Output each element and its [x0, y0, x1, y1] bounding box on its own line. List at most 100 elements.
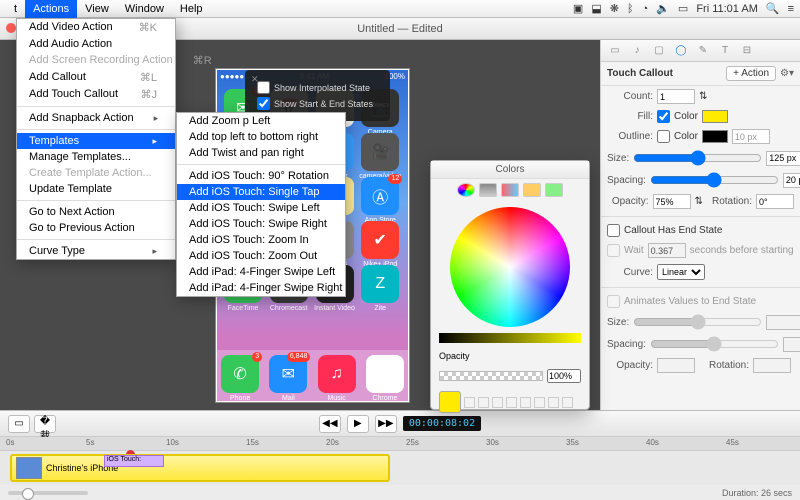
menu-item[interactable]: Add Touch Callout⌘J [17, 86, 175, 103]
inspector-tab-video-icon[interactable]: ▭ [607, 44, 623, 58]
spotlight-icon[interactable]: 🔍 [766, 2, 780, 15]
menu-item[interactable]: Add iOS Touch: Zoom In [177, 232, 345, 248]
color-sliders-tab-icon[interactable] [479, 183, 497, 197]
outline-size-field[interactable] [732, 129, 770, 144]
saved-swatch[interactable] [548, 397, 559, 408]
battery-icon[interactable]: ▭ [678, 2, 688, 15]
menu-item[interactable]: Add Zoom p Left [177, 113, 345, 129]
has-end-state-checkbox[interactable] [607, 224, 620, 237]
inspector-tab-audio-icon[interactable]: ♪ [629, 44, 645, 58]
fill-enable-checkbox[interactable] [657, 110, 670, 123]
saved-swatch[interactable] [520, 397, 531, 408]
zoom-slider[interactable] [8, 491, 88, 495]
app-icon-chrome[interactable]: ◉Chrome [366, 355, 404, 393]
colors-mode-tabs[interactable] [431, 179, 589, 201]
fill-color-well[interactable] [702, 110, 728, 123]
color-pencils-tab-icon[interactable] [545, 183, 563, 197]
menu-view[interactable]: View [77, 0, 117, 18]
show-start-end-checkbox[interactable]: Show Start & End States [257, 97, 384, 110]
menu-item[interactable]: Add Twist and pan right [177, 145, 345, 161]
opacity-value-field[interactable] [547, 369, 581, 383]
inspector-tab-callout-icon[interactable]: ◯ [673, 44, 689, 58]
app-icon-mail[interactable]: ✉6,848Mail [269, 355, 307, 393]
inspector-tab-annotation-icon[interactable]: ✎ [695, 44, 711, 58]
menu-item[interactable]: Go to Previous Action [17, 220, 175, 236]
saved-swatch[interactable] [478, 397, 489, 408]
inspector-tab-text-icon[interactable]: T [717, 44, 733, 58]
app-icon-phone[interactable]: ✆3Phone [221, 355, 259, 393]
count-field[interactable] [657, 89, 695, 104]
size-field[interactable] [766, 151, 800, 166]
menu-item[interactable]: Go to Next Action [17, 204, 175, 220]
menu-item[interactable]: Add iOS Touch: Swipe Right [177, 216, 345, 232]
size-slider[interactable] [633, 150, 762, 166]
saved-swatch[interactable] [534, 397, 545, 408]
menu-item[interactable]: Add Audio Action [17, 36, 175, 52]
saved-swatch[interactable] [506, 397, 517, 408]
color-wheel-tab-icon[interactable] [457, 183, 475, 197]
menu-item[interactable]: Add top left to bottom right [177, 129, 345, 145]
show-interpolated-checkbox[interactable]: Show Interpolated State [257, 81, 384, 94]
play-button[interactable]: ▶ [347, 415, 369, 433]
app-icon-music[interactable]: ♫Music [318, 355, 356, 393]
actions-dropdown[interactable]: Add Video Action⌘KAdd Audio ActionAdd Sc… [16, 18, 176, 260]
menu-item[interactable]: Update Template [17, 181, 175, 197]
app-icon-nike-ipod[interactable]: ✔Nike+ iPod [361, 221, 399, 259]
opacity-field[interactable] [653, 194, 691, 209]
crop-tool-button[interactable]: ▭ [8, 415, 30, 433]
close-window-button[interactable] [6, 23, 16, 33]
clock[interactable]: Fri 11:01 AM [696, 3, 758, 15]
current-color-swatch[interactable] [439, 391, 461, 413]
close-overlay-icon[interactable]: ✕ [251, 74, 259, 85]
menu-item[interactable]: Add iPad: 4-Finger Swipe Left [177, 264, 345, 280]
saved-swatch[interactable] [562, 397, 573, 408]
notification-center-icon[interactable]: ≡ [788, 3, 794, 15]
inspector-tab-screen-icon[interactable]: ▢ [651, 44, 667, 58]
screen-record-icon[interactable]: ▣ [573, 2, 583, 15]
menu-app[interactable]: t [6, 0, 25, 18]
menu-item[interactable]: Templates [17, 133, 175, 149]
timeline-ruler[interactable]: 0s5s10s15s20s25s30s35s40s45s [0, 437, 800, 451]
color-palettes-tab-icon[interactable] [501, 183, 519, 197]
outline-enable-checkbox[interactable] [657, 130, 670, 143]
menu-item[interactable]: Add iPad: 4-Finger Swipe Right [177, 280, 345, 296]
forward-button[interactable]: ▶▶ [375, 415, 397, 433]
menu-item[interactable]: Add iOS Touch: 90° Rotation [177, 168, 345, 184]
bluetooth-icon[interactable]: ᛒ [627, 3, 634, 15]
action-segment[interactable]: iOS Touch: [104, 455, 164, 467]
show-interpolated-input[interactable] [257, 81, 270, 94]
menu-item[interactable]: Add iOS Touch: Single Tap [177, 184, 345, 200]
show-start-end-input[interactable] [257, 97, 270, 110]
menu-actions[interactable]: Actions [25, 0, 77, 18]
video-clip[interactable]: Christine's iPhone iOS Touch: [10, 454, 390, 482]
spacing-field[interactable] [783, 173, 800, 188]
saved-swatch[interactable] [492, 397, 503, 408]
menu-item[interactable]: Add iOS Touch: Swipe Left [177, 200, 345, 216]
color-spectrum-tab-icon[interactable] [523, 183, 541, 197]
spacing-slider[interactable] [650, 172, 779, 188]
color-wheel[interactable] [450, 207, 570, 327]
inspector-tab-timeline-icon[interactable]: ⊟ [739, 44, 755, 58]
app-icon-app-store[interactable]: Ⓐ12App Store [361, 177, 399, 215]
menu-item[interactable]: Add iOS Touch: Zoom Out [177, 248, 345, 264]
menu-help[interactable]: Help [172, 0, 211, 18]
brightness-slider[interactable] [439, 333, 581, 343]
opacity-stepper[interactable]: ⇅ [695, 196, 703, 207]
rewind-button[interactable]: ◀◀ [319, 415, 341, 433]
add-action-button[interactable]: + Action [726, 66, 776, 81]
count-stepper[interactable]: ⇅ [699, 91, 707, 102]
menu-item[interactable]: Curve Type [17, 243, 175, 259]
trim-tool-button[interactable]: �裁 [34, 415, 56, 433]
volume-icon[interactable]: 🔈 [656, 2, 670, 15]
app-icon-zite[interactable]: ZZite [361, 265, 399, 303]
curve-select[interactable]: Linear [657, 264, 705, 280]
inspector-tabbar[interactable]: ▭ ♪ ▢ ◯ ✎ T ⊟ [601, 40, 800, 62]
menu-window[interactable]: Window [117, 0, 172, 18]
opacity-slider[interactable] [439, 371, 543, 381]
dropbox-icon[interactable]: ⬓ [591, 2, 601, 15]
timeline-track[interactable]: Christine's iPhone iOS Touch: [0, 451, 800, 485]
colors-panel[interactable]: Colors Opacity [430, 160, 590, 410]
menu-item[interactable]: Add Callout⌘L [17, 69, 175, 86]
wifi-icon[interactable]: ◔ [642, 3, 649, 15]
app-icon-camera-video[interactable]: 🎥camera/video [361, 133, 399, 171]
